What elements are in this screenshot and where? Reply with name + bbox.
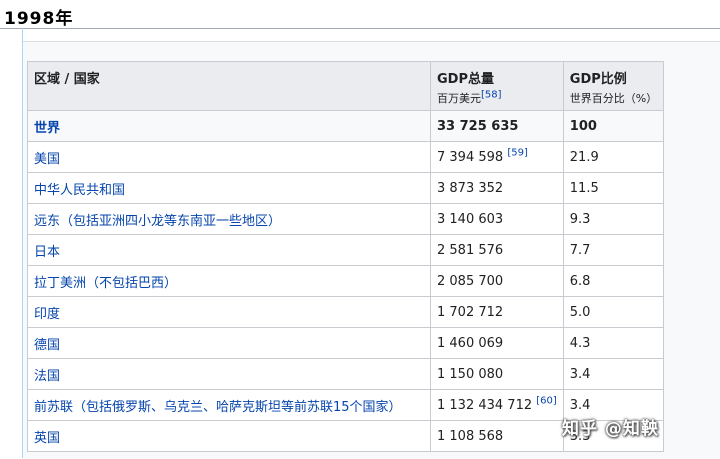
table-row: 中华人民共和国 3 873 352 11.5 [27, 172, 665, 204]
region-cell: 前苏联（包括俄罗斯、乌克兰、哈萨克斯坦等前苏联15个国家） [27, 389, 431, 421]
header-gdp-total: GDP总量 百万美元[58] [430, 61, 564, 111]
table-row: 世界 33 725 635 100 [27, 110, 665, 142]
table-row: 远东（包括亚洲四小龙等东南亚一些地区） 3 140 603 9.3 [27, 203, 665, 235]
table-row: 法国 1 150 080 3.4 [27, 358, 665, 390]
title-divider [0, 28, 720, 29]
gdp-cell: 1 460 069 [430, 327, 564, 359]
header-gdp-share-label: GDP比例 [569, 72, 627, 87]
region-cell: 法国 [27, 358, 431, 390]
reference-link[interactable]: [58] [481, 89, 502, 100]
region-link[interactable]: 美国 [34, 152, 60, 167]
gdp-cell: 1 702 712 [430, 296, 564, 328]
table-row: 印度 1 702 712 5.0 [27, 296, 665, 328]
gdp-cell: 7 394 598 [59] [430, 141, 564, 173]
share-cell: 9.3 [562, 203, 665, 235]
region-link[interactable]: 英国 [34, 431, 60, 446]
share-cell: 100 [562, 110, 665, 142]
region-link[interactable]: 法国 [34, 369, 60, 384]
share-cell: 11.5 [562, 172, 665, 204]
region-cell: 德国 [27, 327, 431, 359]
page-title: 1998年 [4, 9, 74, 29]
header-gdp-total-unit: 百万美元[58] [437, 89, 502, 105]
gdp-cell: 33 725 635 [430, 110, 564, 142]
gdp-cell: 2 085 700 [430, 265, 564, 297]
reference-link[interactable]: [60] [536, 395, 557, 406]
share-cell: 6.8 [562, 265, 665, 297]
gdp-cell: 3 873 352 [430, 172, 564, 204]
region-link[interactable]: 日本 [34, 245, 60, 260]
region-cell: 美国 [27, 141, 431, 173]
table-row: 德国 1 460 069 4.3 [27, 327, 665, 359]
table-row: 日本 2 581 576 7.7 [27, 234, 665, 266]
gdp-cell: 1 150 080 [430, 358, 564, 390]
gdp-cell: 1 132 434 712 [60] [430, 389, 564, 421]
header-region-label: 区域 / 国家 [34, 72, 100, 87]
share-cell: 3.4 [562, 358, 665, 390]
table-header-row: 区域 / 国家 GDP总量 百万美元[58] GDP比例 世界百分比（%） [27, 61, 665, 111]
header-gdp-total-label: GDP总量 [437, 72, 494, 87]
table-row: 拉丁美洲（不包括巴西） 2 085 700 6.8 [27, 265, 665, 297]
region-cell: 印度 [27, 296, 431, 328]
region-cell: 中华人民共和国 [27, 172, 431, 204]
gdp-cell: 1 108 568 [430, 420, 564, 452]
region-cell: 日本 [27, 234, 431, 266]
table-row: 美国 7 394 598 [59] 21.9 [27, 141, 665, 173]
region-link[interactable]: 远东（包括亚洲四小龙等东南亚一些地区） [34, 214, 281, 229]
watermark: 知乎 @知鞅 [562, 419, 659, 439]
share-cell: 21.9 [562, 141, 665, 173]
reference-link[interactable]: [59] [507, 147, 528, 158]
gdp-cell: 3 140 603 [430, 203, 564, 235]
gdp-cell: 2 581 576 [430, 234, 564, 266]
region-cell: 世界 [27, 110, 431, 142]
region-cell: 远东（包括亚洲四小龙等东南亚一些地区） [27, 203, 431, 235]
region-link[interactable]: 拉丁美洲（不包括巴西） [34, 276, 177, 291]
region-link[interactable]: 前苏联（包括俄罗斯、乌克兰、哈萨克斯坦等前苏联15个国家） [34, 400, 402, 415]
share-cell: 4.3 [562, 327, 665, 359]
region-link[interactable]: 中华人民共和国 [34, 183, 125, 198]
region-cell: 英国 [27, 420, 431, 452]
gdp-table: 区域 / 国家 GDP总量 百万美元[58] GDP比例 世界百分比（%） 世界… [27, 61, 665, 452]
region-link[interactable]: 世界 [34, 121, 60, 136]
region-link[interactable]: 德国 [34, 338, 60, 353]
header-gdp-share: GDP比例 世界百分比（%） [562, 61, 665, 111]
header-gdp-share-unit: 世界百分比（%） [569, 92, 658, 105]
region-cell: 拉丁美洲（不包括巴西） [27, 265, 431, 297]
header-region: 区域 / 国家 [27, 61, 431, 111]
share-cell: 5.0 [562, 296, 665, 328]
region-link[interactable]: 印度 [34, 307, 60, 322]
share-cell: 7.7 [562, 234, 665, 266]
